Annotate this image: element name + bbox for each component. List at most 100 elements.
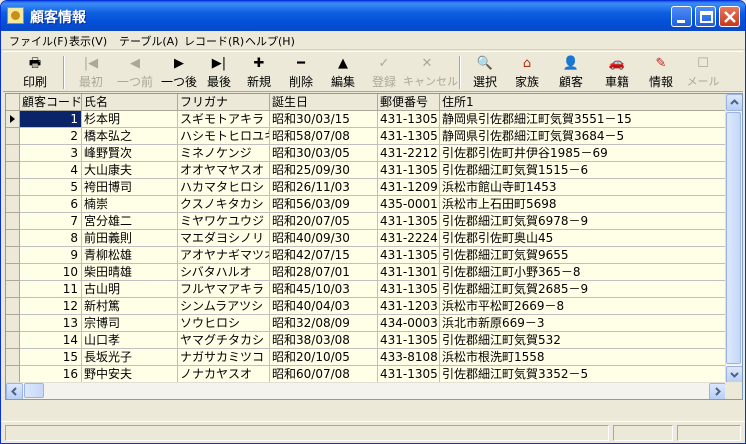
table-row[interactable]: 7 宮分雄二 ミヤワケユウジ 昭和20/07/05 431-1305 引佐郡細江町気賀69…: [6, 213, 726, 230]
table-row[interactable]: 6 楠崇 クスノキタカシ 昭和56/03/09 435-0001 浜松市上石田町5698: [6, 196, 726, 213]
cell-name[interactable]: 長坂光子: [82, 349, 178, 366]
cell-code[interactable]: 10: [20, 264, 82, 281]
close-button[interactable]: [719, 6, 740, 27]
cell-postal[interactable]: 431-1305: [378, 247, 440, 264]
cell-address[interactable]: 引佐郡引佐町奥山45: [440, 230, 726, 247]
cell-postal[interactable]: 431-1203: [378, 298, 440, 315]
cell-address[interactable]: 静岡県引佐郡細江町気賀3551－15: [440, 111, 726, 128]
mail-button[interactable]: ☐ メール: [685, 55, 721, 91]
scroll-left-button[interactable]: [6, 383, 23, 399]
cell-name[interactable]: 宗博司: [82, 315, 178, 332]
cell-kana[interactable]: ハシモトヒロユキ: [178, 128, 270, 145]
cell-code[interactable]: 8: [20, 230, 82, 247]
row-selector[interactable]: [6, 332, 20, 349]
cell-code[interactable]: 15: [20, 349, 82, 366]
table-row[interactable]: 14 山口孝 ヤマグチタカシ 昭和38/03/08 431-1305 引佐郡細江町気賀53…: [6, 332, 726, 349]
table-row[interactable]: 10 柴田晴雄 シバタハルオ 昭和28/07/01 431-1301 引佐郡細江町小野36…: [6, 264, 726, 281]
column-header-address[interactable]: 住所1: [440, 94, 726, 111]
cell-name[interactable]: 新村篤: [82, 298, 178, 315]
maximize-button[interactable]: [695, 6, 716, 27]
scroll-right-button[interactable]: [709, 383, 726, 399]
row-selector[interactable]: [6, 247, 20, 264]
cell-birthday[interactable]: 昭和30/03/05: [270, 145, 378, 162]
table-row[interactable]: 5 袴田博司 ハカマタヒロシ 昭和26/11/03 431-1209 浜松市館山寺町145…: [6, 179, 726, 196]
cell-postal[interactable]: 431-1301: [378, 264, 440, 281]
cell-birthday[interactable]: 昭和25/09/30: [270, 162, 378, 179]
cell-postal[interactable]: 431-2212: [378, 145, 440, 162]
family-button[interactable]: ⌂ 家族: [509, 55, 545, 91]
cell-postal[interactable]: 431-1305: [378, 213, 440, 230]
cell-name[interactable]: 橋本弘之: [82, 128, 178, 145]
vehicle-button[interactable]: 🚗 車籍: [599, 55, 635, 91]
cell-birthday[interactable]: 昭和60/07/08: [270, 366, 378, 383]
cell-birthday[interactable]: 昭和56/03/09: [270, 196, 378, 213]
cell-code[interactable]: 1: [20, 111, 82, 128]
row-selector[interactable]: [6, 281, 20, 298]
cell-kana[interactable]: オオヤマヤスオ: [178, 162, 270, 179]
cell-address[interactable]: 引佐郡細江町気賀1515－6: [440, 162, 726, 179]
cell-code[interactable]: 11: [20, 281, 82, 298]
cell-birthday[interactable]: 昭和26/11/03: [270, 179, 378, 196]
cell-address[interactable]: 浜松市館山寺町1453: [440, 179, 726, 196]
cell-name[interactable]: 山口孝: [82, 332, 178, 349]
table-row[interactable]: 2 橋本弘之 ハシモトヒロユキ 昭和58/07/08 431-1305 静岡県引佐郡細江町…: [6, 128, 726, 145]
cell-code[interactable]: 6: [20, 196, 82, 213]
cell-name[interactable]: 峰野賢次: [82, 145, 178, 162]
cell-kana[interactable]: アオヤナギマツオ: [178, 247, 270, 264]
cell-address[interactable]: 浜松市平松町2669－8: [440, 298, 726, 315]
cell-code[interactable]: 7: [20, 213, 82, 230]
cell-kana[interactable]: クスノキタカシ: [178, 196, 270, 213]
cell-address[interactable]: 浜松市根洗町1558: [440, 349, 726, 366]
row-selector[interactable]: [6, 111, 20, 128]
table-row[interactable]: 12 新村篤 シンムラアツシ 昭和40/04/03 431-1203 浜松市平松町2669…: [6, 298, 726, 315]
cell-postal[interactable]: 431-1305: [378, 162, 440, 179]
cell-birthday[interactable]: 昭和20/07/05: [270, 213, 378, 230]
horizontal-scrollbar[interactable]: [6, 382, 726, 399]
menu-file[interactable]: ファイル(F): [9, 33, 68, 49]
cell-code[interactable]: 5: [20, 179, 82, 196]
row-selector[interactable]: [6, 349, 20, 366]
cell-code[interactable]: 12: [20, 298, 82, 315]
cell-code[interactable]: 13: [20, 315, 82, 332]
scroll-down-button[interactable]: [726, 366, 742, 383]
cell-kana[interactable]: シバタハルオ: [178, 264, 270, 281]
row-selector[interactable]: [6, 196, 20, 213]
row-selector[interactable]: [6, 162, 20, 179]
cell-code[interactable]: 9: [20, 247, 82, 264]
row-selector[interactable]: [6, 179, 20, 196]
menu-help[interactable]: ヘルプ(H): [245, 33, 295, 49]
cell-name[interactable]: 野中安夫: [82, 366, 178, 383]
cell-birthday[interactable]: 昭和32/08/09: [270, 315, 378, 332]
cell-postal[interactable]: 431-1305: [378, 111, 440, 128]
title-bar[interactable]: 顧客情報: [1, 1, 745, 31]
cell-birthday[interactable]: 昭和40/09/30: [270, 230, 378, 247]
first-record-button[interactable]: |◀ 最初: [71, 55, 111, 91]
column-header-name[interactable]: 氏名: [82, 94, 178, 111]
vertical-scrollbar[interactable]: [725, 94, 742, 384]
column-header-birthday[interactable]: 誕生日: [270, 94, 378, 111]
cell-name[interactable]: 大山康夫: [82, 162, 178, 179]
cell-address[interactable]: 引佐郡細江町気賀532: [440, 332, 726, 349]
register-button[interactable]: ✓ 登録: [365, 55, 403, 91]
cell-kana[interactable]: スギモトアキラ: [178, 111, 270, 128]
new-record-button[interactable]: ✚ 新規: [241, 55, 277, 91]
cell-birthday[interactable]: 昭和28/07/01: [270, 264, 378, 281]
info-button[interactable]: ✎ 情報: [643, 55, 679, 91]
table-row[interactable]: 1 杉本明 スギモトアキラ 昭和30/03/15 431-1305 静岡県引佐郡細江町気賀…: [6, 111, 726, 128]
cell-name[interactable]: 青柳松雄: [82, 247, 178, 264]
last-record-button[interactable]: ▶| 最後: [201, 55, 237, 91]
select-button[interactable]: 🔍 選択: [467, 55, 503, 91]
cell-kana[interactable]: ミネノケンジ: [178, 145, 270, 162]
horizontal-scroll-thumb[interactable]: [24, 383, 44, 398]
column-header-postal[interactable]: 郵便番号: [378, 94, 440, 111]
customer-grid[interactable]: 顧客コード 氏名 フリガナ 誕生日 郵便番号 住所1 1 杉本明 スギモトアキラ 昭和…: [5, 93, 743, 400]
minimize-button[interactable]: [671, 6, 692, 27]
cell-postal[interactable]: 434-0003: [378, 315, 440, 332]
table-row[interactable]: 9 青柳松雄 アオヤナギマツオ 昭和42/07/15 431-1305 引佐郡細江町気賀9…: [6, 247, 726, 264]
cell-kana[interactable]: ソウヒロシ: [178, 315, 270, 332]
customer-button[interactable]: 👤 顧客: [553, 55, 589, 91]
cell-code[interactable]: 3: [20, 145, 82, 162]
cell-kana[interactable]: シンムラアツシ: [178, 298, 270, 315]
column-header-kana[interactable]: フリガナ: [178, 94, 270, 111]
row-selector[interactable]: [6, 315, 20, 332]
